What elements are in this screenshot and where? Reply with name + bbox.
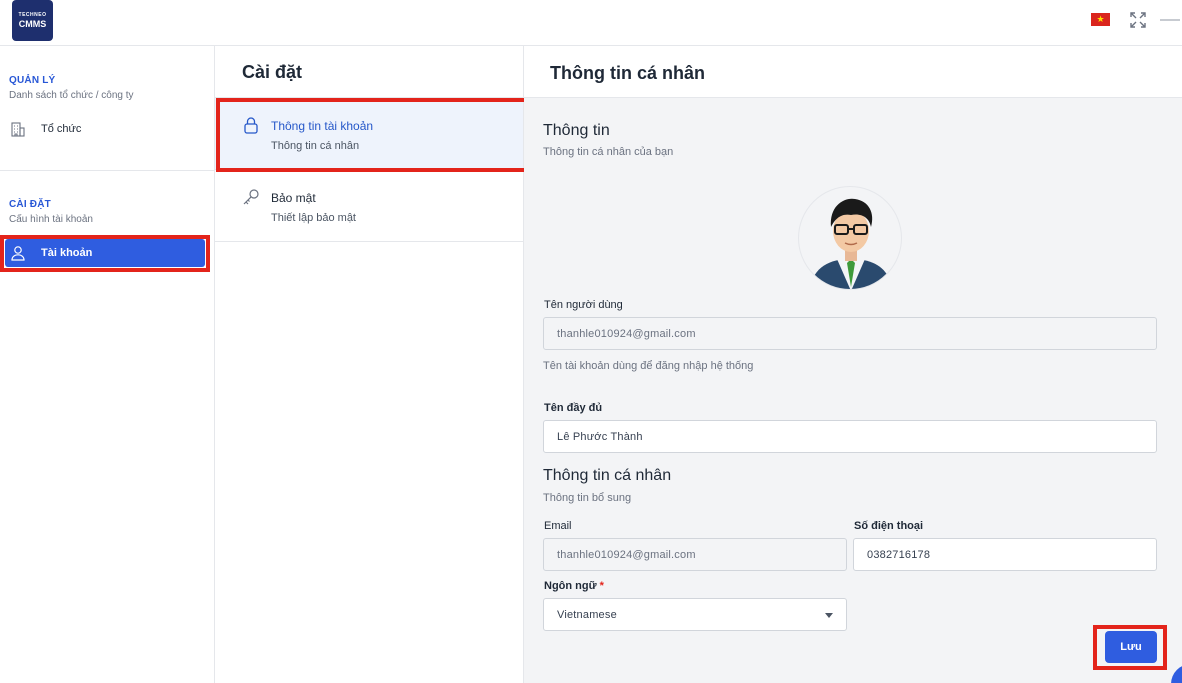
fullname-label: Tên đầy đủ — [544, 402, 603, 414]
personal-subheading: Thông tin bổ sung — [543, 492, 632, 504]
sidebar-divider — [0, 170, 214, 171]
username-help-text: Tên tài khoản dùng để đăng nhập hệ thống — [543, 360, 754, 372]
settings-menu-panel: Cài đặt Thông tin tài khoản Thông tin cá… — [215, 46, 524, 683]
sidebar-section-title-management: QUẢN LÝ — [9, 75, 56, 86]
menu-item-subtitle: Thông tin cá nhân — [271, 140, 360, 152]
minimize-icon[interactable] — [1160, 19, 1180, 21]
email-label: Email — [544, 520, 572, 532]
menu-item-label: Thông tin tài khoản — [271, 119, 374, 133]
personal-heading: Thông tin cá nhân — [543, 467, 672, 484]
fullname-input[interactable]: Lê Phước Thành — [543, 420, 1157, 453]
phone-label: Số điện thoại — [854, 520, 924, 532]
settings-title: Cài đặt — [242, 62, 303, 82]
profile-header: Thông tin cá nhân — [524, 46, 1182, 98]
info-heading: Thông tin — [543, 122, 610, 139]
sidebar: QUẢN LÝ Danh sách tổ chức / công ty Tổ c… — [0, 46, 215, 683]
sidebar-item-label: Tổ chức — [41, 123, 82, 135]
language-value: Vietnamese — [557, 608, 617, 621]
key-icon — [243, 189, 259, 205]
username-input[interactable]: thanhle010924@gmail.com — [543, 317, 1157, 350]
logo-small-text: TECHNEO — [18, 12, 47, 18]
menu-item-label: Bảo mật — [271, 191, 316, 205]
language-select[interactable]: Vietnamese — [543, 598, 847, 631]
save-button[interactable]: Lưu — [1105, 631, 1157, 663]
sidebar-section-title-settings: CÀI ĐẶT — [9, 199, 51, 210]
language-label-text: Ngôn ngữ — [544, 580, 597, 592]
avatar[interactable] — [798, 186, 902, 290]
top-bar: TECHNEO CMMS ★ — [0, 0, 1182, 46]
app-logo[interactable]: TECHNEO CMMS — [12, 0, 53, 41]
language-label: Ngôn ngữ * — [544, 580, 604, 592]
fullscreen-icon[interactable] — [1130, 12, 1146, 28]
profile-title: Thông tin cá nhân — [550, 63, 705, 83]
logo-text: CMMS — [18, 19, 47, 29]
building-icon — [9, 120, 27, 138]
vietnam-flag-icon[interactable]: ★ — [1091, 13, 1110, 26]
email-value: thanhle010924@gmail.com — [557, 548, 696, 561]
menu-item-security[interactable]: Bảo mật Thiết lập bảo mật — [215, 170, 523, 242]
sidebar-item-account[interactable]: Tài khoản — [5, 239, 205, 267]
username-label: Tên người dùng — [544, 299, 623, 311]
user-icon — [9, 244, 27, 262]
menu-item-account-info[interactable]: Thông tin tài khoản Thông tin cá nhân — [215, 98, 523, 170]
caret-down-icon — [825, 613, 833, 618]
menu-item-subtitle: Thiết lập bảo mật — [271, 212, 356, 224]
username-value: thanhle010924@gmail.com — [557, 327, 696, 340]
avatar-image — [809, 198, 893, 289]
email-input[interactable]: thanhle010924@gmail.com — [543, 538, 847, 571]
lock-icon — [244, 117, 258, 134]
fullname-value: Lê Phước Thành — [557, 430, 643, 443]
sidebar-section-subtitle-settings: Cấu hình tài khoản — [9, 214, 93, 225]
sidebar-section-subtitle-management: Danh sách tổ chức / công ty — [9, 90, 134, 101]
sidebar-item-label: Tài khoản — [41, 247, 93, 259]
info-subheading: Thông tin cá nhân của bạn — [543, 146, 674, 158]
sidebar-item-organization[interactable]: Tổ chức — [5, 115, 205, 143]
phone-input[interactable]: 0382716178 — [853, 538, 1157, 571]
required-mark: * — [599, 580, 604, 592]
phone-value: 0382716178 — [867, 548, 931, 561]
